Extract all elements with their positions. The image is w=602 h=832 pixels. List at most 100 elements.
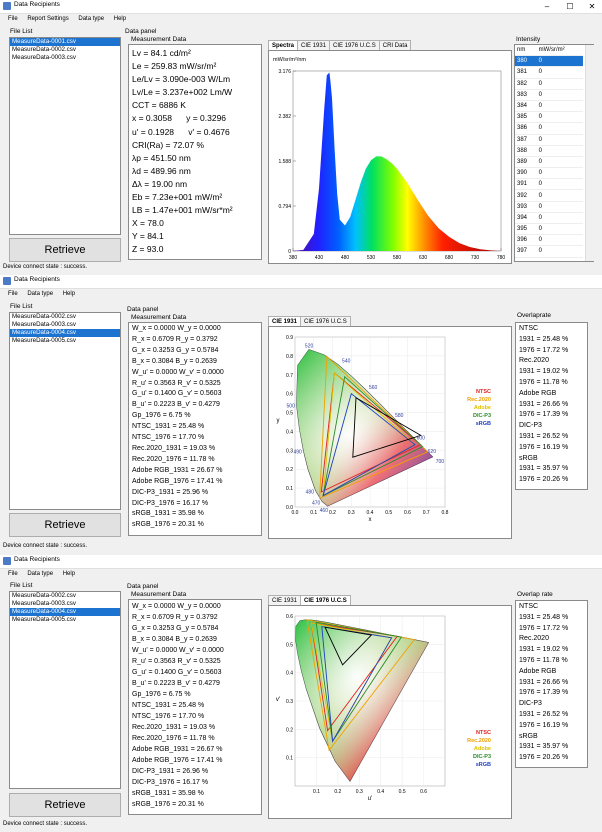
file-item[interactable]: MeasureData-0001.csv (10, 38, 120, 46)
retrieve-button[interactable]: Retrieve (9, 513, 121, 537)
menu-data-type[interactable]: Data type (78, 16, 104, 22)
legend-rec2020: Rec.2020 (467, 397, 491, 403)
file-item[interactable]: MeasureData-0002.csv (10, 313, 120, 321)
menu-data-type[interactable]: Data type (27, 291, 53, 297)
intensity-value-cell: 0 (536, 122, 583, 135)
overlap-line: 1931 = 25.48 % (519, 613, 569, 621)
x-tick-label: 580 (393, 255, 402, 261)
measure-line: W_x = 0.0000 W_y = 0.0000 (132, 603, 221, 610)
file-item[interactable]: MeasureData-0002.csv (10, 592, 120, 600)
file-item[interactable]: MeasureData-0005.csv (10, 337, 120, 345)
menu-report-settings[interactable]: Report Settings (27, 16, 68, 22)
measure-line: B_x = 0.3084 B_y = 0.2639 (132, 357, 217, 365)
y-tick-label: 0.2 (286, 467, 293, 473)
measurement-data: Lv = 84.1 cd/m² Le = 259.83 mW/sr/m² Le/… (128, 44, 262, 260)
intensity-header-nm: nm (515, 45, 537, 57)
measure-line: Gp_1976 = 6.75 % (132, 412, 191, 420)
table-row[interactable]: 385 0 (515, 111, 583, 124)
intensity-scrollbar[interactable] (585, 45, 594, 261)
menu-help[interactable]: Help (114, 16, 126, 22)
measure-line: B_x = 0.3084 B_y = 0.2639 (132, 636, 217, 643)
measure-line: sRGB_1976 = 20.31 % (132, 801, 204, 808)
file-item[interactable]: MeasureData-0004.csv (10, 329, 120, 337)
menu-file[interactable]: File (8, 16, 18, 22)
x-tick-label: 0.8 (442, 510, 449, 516)
menu-file[interactable]: File (8, 291, 18, 297)
data-panel-label: Data panel (127, 306, 159, 313)
maximize-icon[interactable]: ☐ (563, 0, 577, 13)
measure-line: DIC-P3_1976 = 16.17 % (132, 779, 209, 786)
measure-line: LB = 1.47e+001 mW/sr*m² (132, 205, 233, 216)
intensity-value-cell: 0 (536, 66, 583, 79)
table-row[interactable]: 381 0 (515, 66, 583, 79)
x-tick-label: 0.1 (313, 789, 320, 795)
legend-srgb: sRGB (476, 421, 491, 427)
table-row[interactable]: 380 0 (515, 55, 583, 68)
intensity-value-cell: 0 (536, 201, 583, 213)
table-row[interactable]: 391 0 (515, 178, 583, 191)
table-row[interactable]: 392 0 (515, 189, 583, 202)
menu-help[interactable]: Help (63, 571, 75, 577)
y-tick-label: 0.2 (286, 727, 293, 733)
y-tick-label: 0.6 (286, 392, 293, 398)
table-row[interactable]: 383 0 (515, 89, 583, 101)
intensity-nm-cell: 382 (515, 78, 537, 90)
file-item[interactable]: MeasureData-0004.csv (10, 608, 120, 616)
intensity-nm-cell: 383 (515, 89, 537, 101)
table-row[interactable]: 389 0 (515, 156, 583, 169)
retrieve-button[interactable]: Retrieve (9, 238, 121, 262)
legend-srgb: sRGB (476, 762, 491, 768)
overlap-line: 1976 = 17.72 % (519, 624, 569, 632)
spectra-curve (293, 72, 501, 251)
overlap-line: 1976 = 20.26 % (519, 476, 569, 484)
minimize-icon[interactable]: – (540, 0, 554, 13)
overlap-line: 1931 = 19.02 % (519, 368, 569, 376)
y-tick-label: 0.5 (286, 411, 293, 417)
close-icon[interactable]: ✕ (585, 0, 599, 13)
file-item[interactable]: MeasureData-0003.csv (10, 600, 120, 608)
x-tick-label: 780 (497, 255, 506, 261)
x-tick-label: 480 (341, 255, 350, 261)
intensity-value-cell: 0 (536, 178, 583, 191)
table-row[interactable]: 393 0 (515, 201, 583, 213)
table-row[interactable]: 387 0 (515, 134, 583, 146)
x-tick-label: 380 (289, 255, 298, 261)
measure-line: G_u' = 0.1400 G_v' = 0.5603 (132, 669, 222, 676)
measure-line: u' = 0.1928 v' = 0.4676 (132, 126, 230, 137)
table-row[interactable]: 394 0 (515, 212, 583, 225)
table-row[interactable]: 397 0 (515, 245, 583, 258)
x-tick-label: 0.2 (334, 789, 341, 795)
table-row[interactable]: 384 0 (515, 100, 583, 113)
table-row[interactable]: 386 0 (515, 122, 583, 135)
legend-dicp3: DIC-P3 (473, 413, 491, 419)
menu-data-type[interactable]: Data type (27, 571, 53, 577)
intensity-nm-cell: 384 (515, 100, 537, 113)
wavelength-label: 470 (312, 500, 321, 506)
wavelength-label: 500 (287, 403, 296, 409)
measurement-label: Measurement Data (131, 591, 187, 598)
intensity-nm-cell: 380 (515, 55, 537, 68)
table-row[interactable]: 396 0 (515, 234, 583, 247)
menu-help[interactable]: Help (63, 291, 75, 297)
measure-line: R_u' = 0.3563 R_v' = 0.5325 (132, 658, 221, 665)
file-item[interactable]: MeasureData-0003.csv (10, 321, 120, 329)
file-item[interactable]: MeasureData-0005.csv (10, 616, 120, 624)
measure-line: λd = 489.96 nm (132, 165, 191, 176)
table-row[interactable]: 395 0 (515, 223, 583, 236)
table-row[interactable]: 390 0 (515, 167, 583, 180)
window-title: Data Recipients (14, 1, 60, 8)
file-item[interactable]: MeasureData-0003.csv (10, 54, 120, 62)
file-item[interactable]: MeasureData-0002.csv (10, 46, 120, 54)
measure-line: R_u' = 0.3563 R_v' = 0.5325 (132, 379, 221, 387)
menu-file[interactable]: File (8, 571, 18, 577)
retrieve-button[interactable]: Retrieve (9, 793, 121, 817)
measure-line: λp = 451.50 nm (132, 152, 191, 163)
chart-tabs: Spectra CIE 1931 CIE 1976 U.C.S CRI Data (268, 40, 412, 51)
wavelength-label: 600 (417, 436, 426, 442)
y-tick-label: 0.7 (286, 373, 293, 379)
overlap-line: 1976 = 11.78 % (519, 378, 568, 386)
table-row[interactable]: 382 0 (515, 78, 583, 90)
y-tick-label: 0.3 (286, 699, 293, 705)
table-row[interactable]: 388 0 (515, 145, 583, 157)
measure-line: W_x = 0.0000 W_y = 0.0000 (132, 325, 221, 332)
